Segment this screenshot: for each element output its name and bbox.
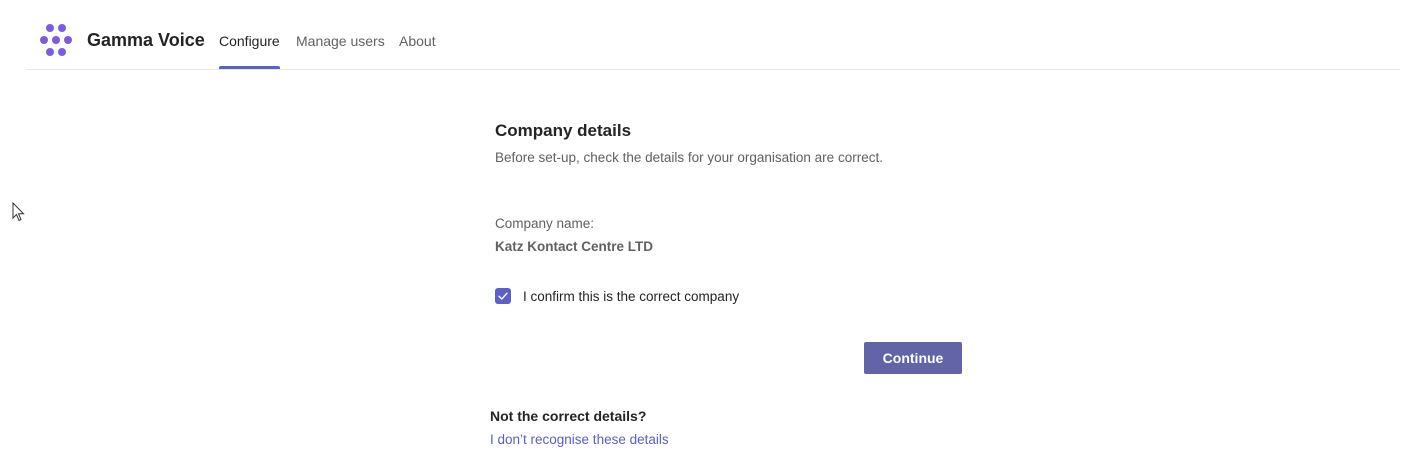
app-title: Gamma Voice: [87, 30, 205, 50]
tab-configure[interactable]: Configure: [219, 33, 280, 49]
active-tab-indicator: [219, 66, 280, 69]
page-title: Company details: [495, 121, 632, 140]
unrecognised-details-link[interactable]: I don’t recognise these details: [490, 432, 669, 447]
gamma-logo-icon: [39, 23, 75, 57]
page-subtitle: Before set-up, check the details for you…: [495, 150, 883, 165]
confirm-company-checkbox[interactable]: [495, 288, 511, 304]
checkmark-icon: [498, 292, 508, 300]
tab-about[interactable]: About: [399, 33, 436, 49]
continue-button[interactable]: Continue: [864, 342, 962, 374]
not-correct-heading: Not the correct details?: [490, 408, 647, 424]
tab-manage-users[interactable]: Manage users: [296, 33, 385, 49]
mouse-cursor-icon: [12, 201, 26, 227]
top-nav-bar: Gamma Voice Configure Manage users About: [26, 0, 1400, 70]
confirm-company-label[interactable]: I confirm this is the correct company: [523, 289, 739, 304]
company-name-value: Katz Kontact Centre LTD: [495, 239, 654, 254]
company-name-label: Company name:: [495, 216, 595, 231]
